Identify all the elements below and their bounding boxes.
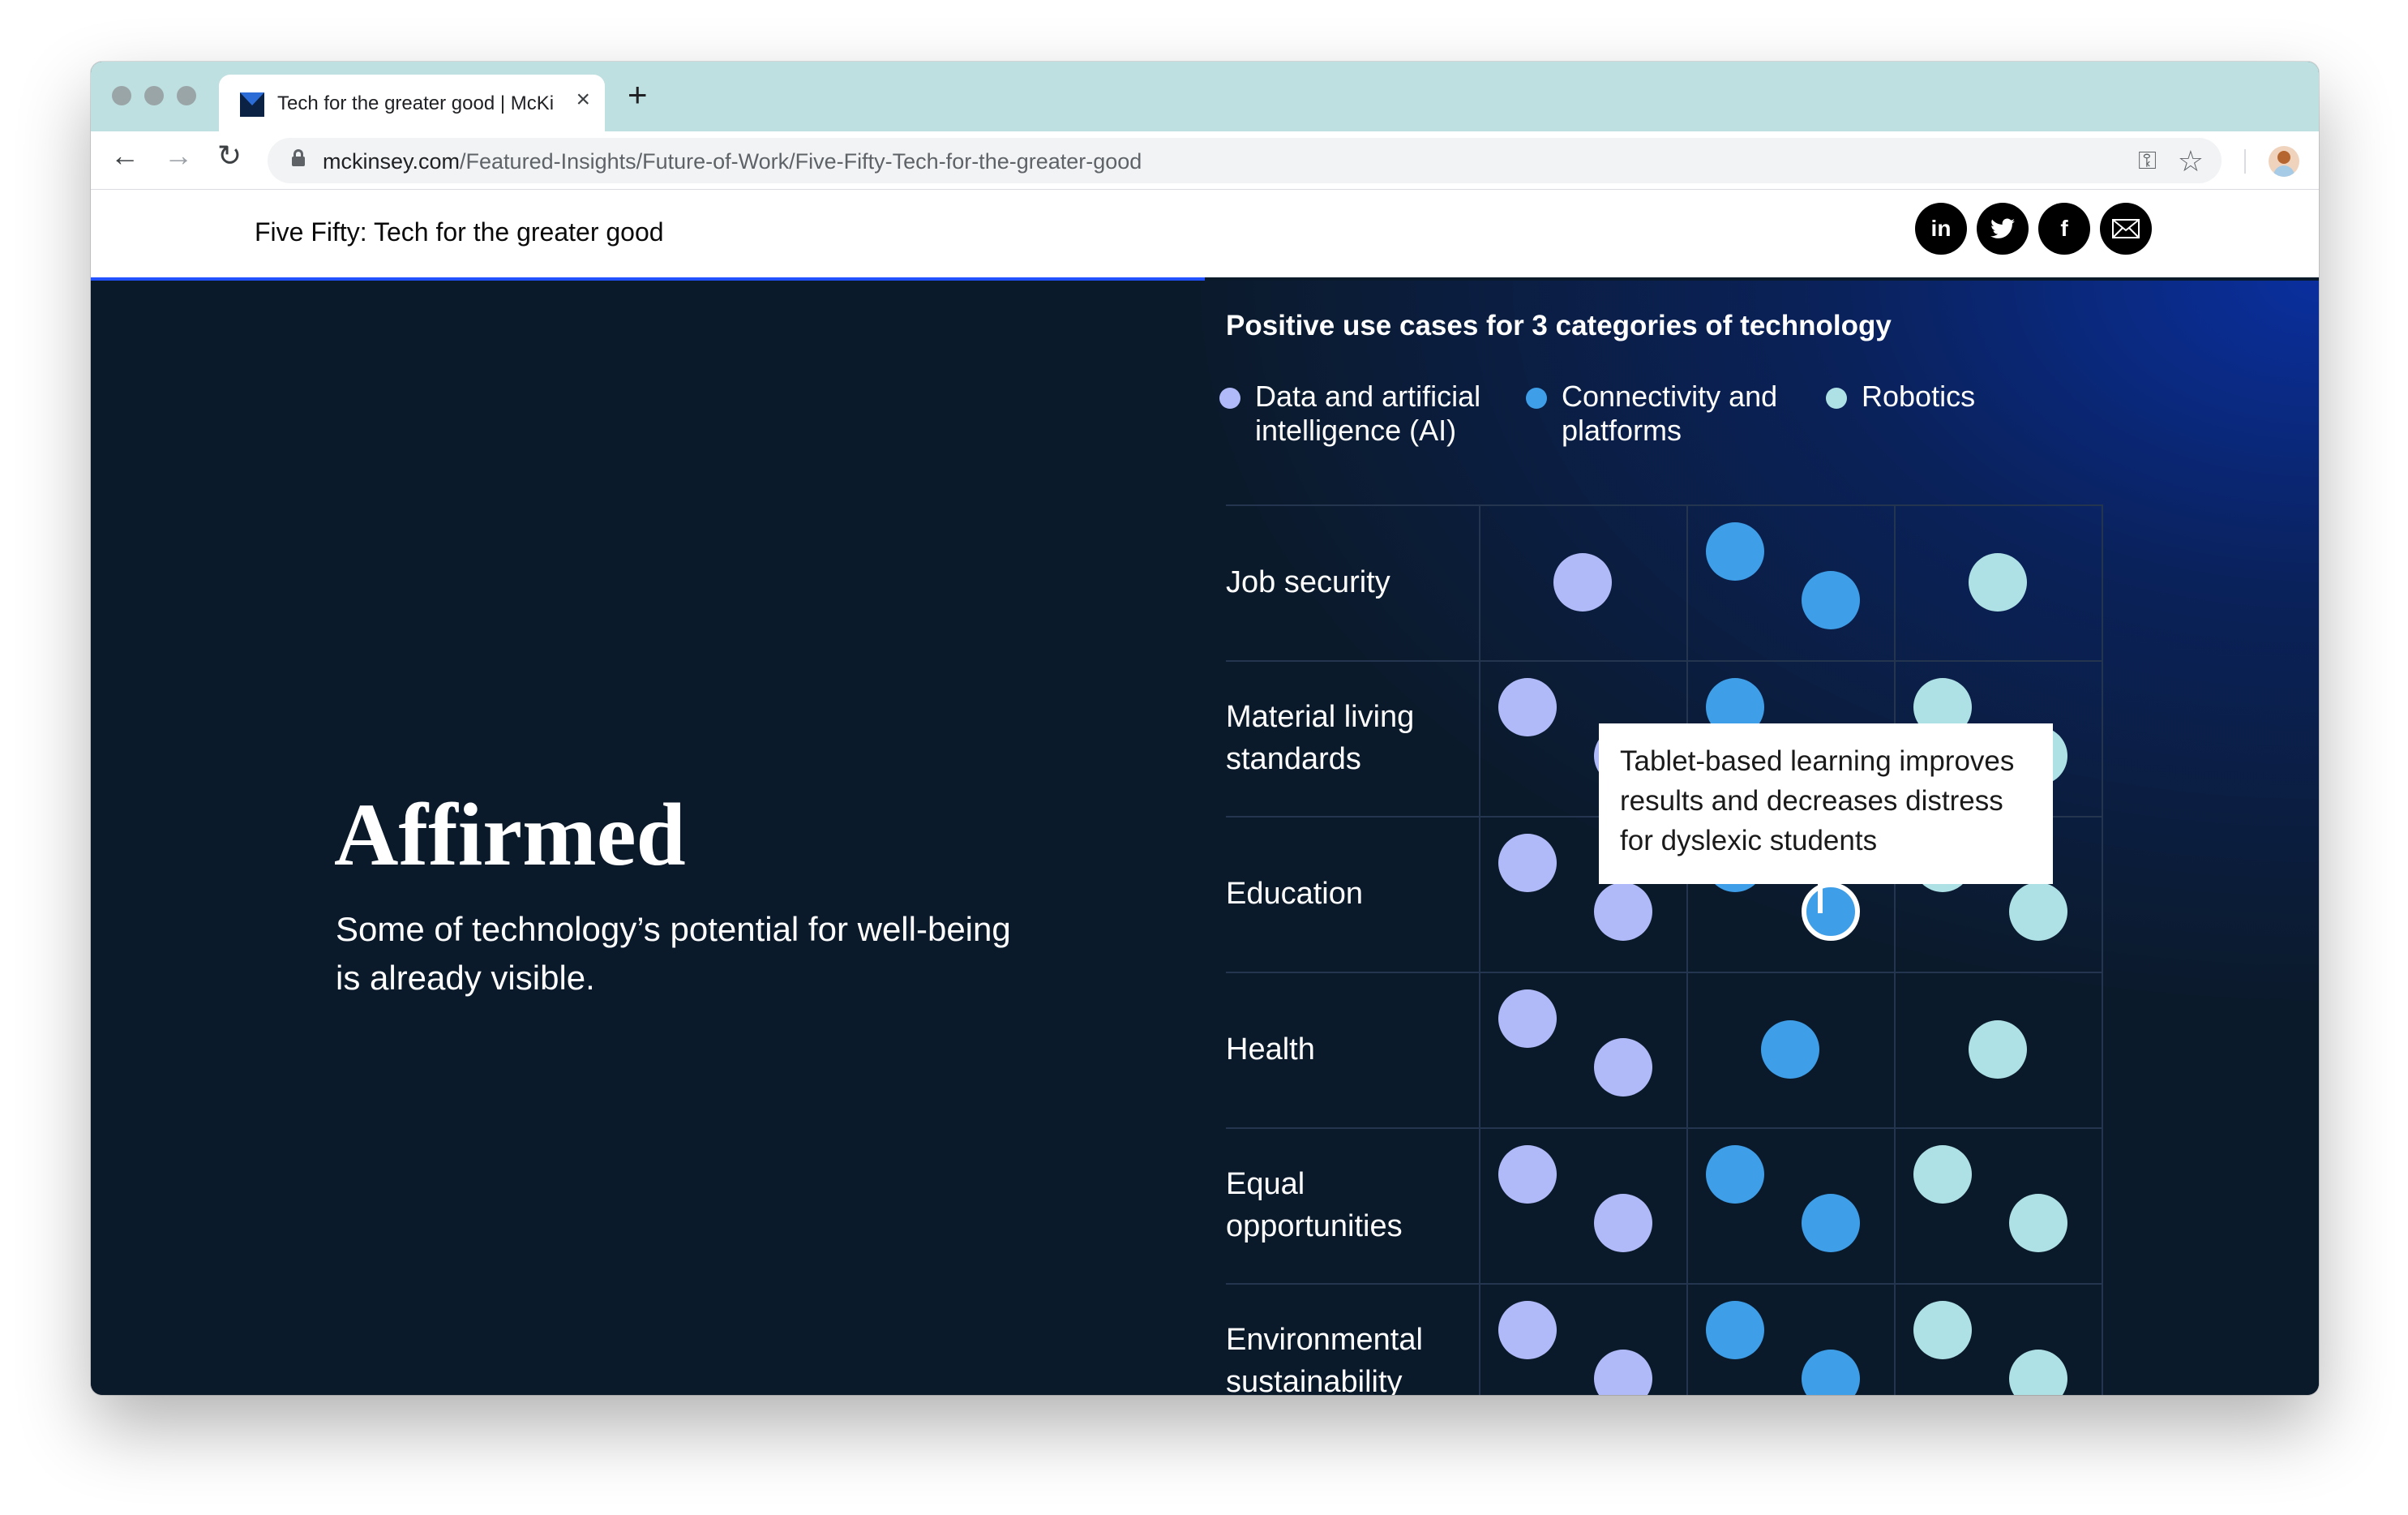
- envelope-icon: [2112, 219, 2140, 238]
- back-arrow-icon[interactable]: ←: [110, 141, 139, 170]
- url-host: mckinsey.com: [323, 149, 461, 174]
- new-tab-button[interactable]: +: [628, 78, 648, 112]
- matrix-column-divider: [2102, 504, 2103, 1395]
- use-case-dot-connectivity[interactable]: [1706, 522, 1764, 581]
- main-content: Affirmed Some of technology’s potential …: [91, 281, 2319, 1395]
- legend-dot-robotics: [1826, 388, 1847, 409]
- row-label-text: Environmental sustainability: [1226, 1323, 1423, 1395]
- lock-icon[interactable]: [292, 149, 305, 166]
- row-label: Equal opportunities: [1226, 1127, 1469, 1283]
- use-case-dot-robotics[interactable]: [2009, 1350, 2067, 1395]
- hero-subhead: Some of technology’s potential for well-…: [336, 910, 1011, 997]
- legend-label-connectivity: Connectivity and platforms: [1562, 380, 1778, 447]
- row-label: Job security: [1226, 504, 1469, 660]
- close-window-button[interactable]: [112, 86, 131, 105]
- row-label: Education: [1226, 816, 1469, 972]
- use-case-tooltip: Tablet-based learning improves results a…: [1599, 723, 2053, 884]
- use-case-dot-connectivity[interactable]: [1802, 882, 1860, 941]
- bookmark-star-icon[interactable]: ☆: [2178, 144, 2204, 178]
- browser-window: Tech for the greater good | McKinsey × +…: [91, 62, 2319, 1395]
- tooltip-stem: [1818, 884, 1823, 913]
- matrix-column-divider: [1894, 504, 1896, 1395]
- legend-dot-connectivity: [1526, 388, 1547, 409]
- matrix-column-divider: [1686, 504, 1688, 1395]
- twitter-share-button[interactable]: [1977, 203, 2029, 255]
- use-case-dot-robotics[interactable]: [1969, 553, 2027, 612]
- mckinsey-favicon-icon: [240, 92, 264, 117]
- row-label-text: Education: [1226, 877, 1364, 911]
- use-case-dot-robotics[interactable]: [2009, 882, 2067, 941]
- row-label: Material living standards: [1226, 660, 1469, 816]
- use-case-dot-ai[interactable]: [1594, 1038, 1652, 1097]
- forward-arrow-icon[interactable]: →: [164, 141, 193, 170]
- chart-title: Positive use cases for 3 categories of t…: [1226, 310, 1892, 341]
- use-case-dot-connectivity[interactable]: [1802, 1350, 1860, 1395]
- facebook-share-button[interactable]: f: [2038, 203, 2090, 255]
- use-case-dot-ai[interactable]: [1594, 1350, 1652, 1395]
- use-case-dot-ai[interactable]: [1498, 1145, 1557, 1204]
- use-case-dot-connectivity[interactable]: [1706, 1301, 1764, 1359]
- tab-close-icon[interactable]: ×: [576, 88, 590, 112]
- legend-label-ai: Data and artificial intelligence (AI): [1255, 380, 1481, 447]
- minimize-window-button[interactable]: [144, 86, 164, 105]
- legend-dot-ai: [1219, 388, 1240, 409]
- profile-avatar[interactable]: [2269, 146, 2299, 177]
- key-icon[interactable]: ⚿: [2138, 148, 2157, 175]
- legend-label-robotics: Robotics: [1862, 380, 1976, 413]
- tab-active[interactable]: Tech for the greater good | McKinsey ×: [219, 75, 605, 131]
- matrix-column-divider: [1479, 504, 1480, 1395]
- url-text[interactable]: mckinsey.com/Featured-Insights/Future-of…: [323, 149, 1142, 174]
- row-label-text: Material living standards: [1226, 700, 1415, 776]
- use-case-dot-robotics[interactable]: [2009, 1194, 2067, 1252]
- url-path: /Featured-Insights/Future-of-Work/Five-F…: [460, 149, 1142, 174]
- row-label: Environmental sustainability: [1226, 1283, 1469, 1395]
- email-share-button[interactable]: [2100, 203, 2152, 255]
- hero-headline: Affirmed: [334, 785, 686, 884]
- row-label-text: Job security: [1226, 565, 1390, 599]
- use-case-dot-ai[interactable]: [1498, 989, 1557, 1048]
- page-title: Five Fifty: Tech for the greater good: [255, 217, 664, 247]
- twitter-icon: [1990, 218, 2015, 238]
- use-case-dot-robotics[interactable]: [1913, 1301, 1972, 1359]
- tab-title: Tech for the greater good | McKinsey: [277, 92, 553, 114]
- tab-strip: Tech for the greater good | McKinsey × +: [91, 62, 2319, 131]
- use-case-dot-connectivity[interactable]: [1802, 1194, 1860, 1252]
- use-case-dot-robotics[interactable]: [1913, 1145, 1972, 1204]
- linkedin-share-button[interactable]: in: [1915, 203, 1967, 255]
- use-case-dot-ai[interactable]: [1594, 1194, 1652, 1252]
- address-bar[interactable]: mckinsey.com/Featured-Insights/Future-of…: [268, 138, 2222, 183]
- row-label: Health: [1226, 972, 1469, 1127]
- use-case-dot-connectivity[interactable]: [1761, 1020, 1819, 1079]
- use-case-dot-ai[interactable]: [1594, 882, 1652, 941]
- row-label-text: Equal opportunities: [1226, 1167, 1403, 1243]
- use-case-dot-ai[interactable]: [1498, 1301, 1557, 1359]
- use-case-dot-ai[interactable]: [1553, 553, 1612, 612]
- site-header: Five Fifty: Tech for the greater good in…: [91, 190, 2319, 279]
- use-case-dot-connectivity[interactable]: [1802, 571, 1860, 629]
- use-case-dot-robotics[interactable]: [1969, 1020, 2027, 1079]
- row-label-text: Health: [1226, 1032, 1315, 1067]
- use-case-dot-connectivity[interactable]: [1706, 1145, 1764, 1204]
- reload-icon[interactable]: ↻: [217, 141, 242, 170]
- use-case-dot-ai[interactable]: [1498, 678, 1557, 736]
- use-case-dot-ai[interactable]: [1498, 834, 1557, 892]
- maximize-window-button[interactable]: [177, 86, 196, 105]
- toolbar-divider: [2244, 149, 2246, 174]
- browser-toolbar: ← → ↻ mckinsey.com/Featured-Insights/Fut…: [91, 131, 2319, 190]
